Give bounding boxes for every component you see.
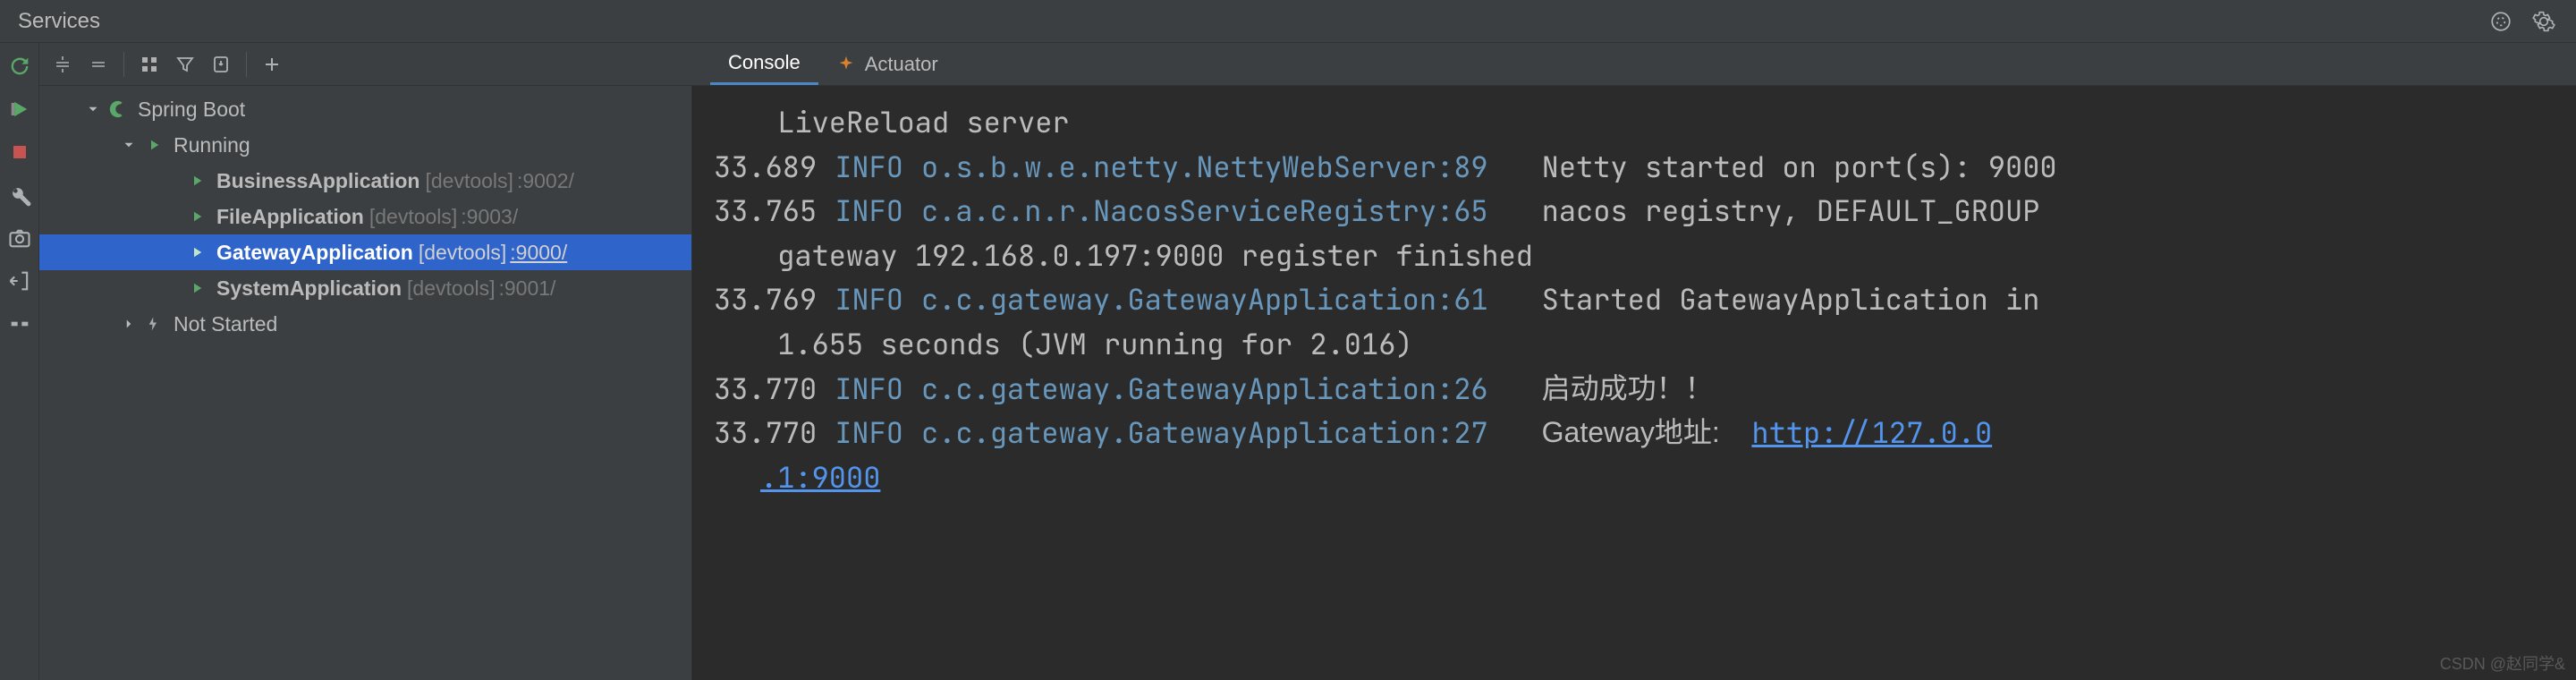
lightning-icon [143,313,165,335]
tree-running-group[interactable]: Running [39,127,691,163]
log-line: LiveReload server [714,100,2555,145]
play-icon [186,242,208,263]
panel-title: Services [18,9,100,34]
action-gutter [0,43,39,680]
collapse-all-icon[interactable] [82,48,114,81]
exit-icon[interactable] [5,267,34,295]
log-line: 33.769INFOc.c.gateway.GatewayApplication… [714,277,2555,322]
app-name: GatewayApplication [216,241,413,265]
tab-console[interactable]: Console [710,43,818,85]
app-port: :9003/ [461,205,518,229]
app-name: FileApplication [216,205,364,229]
app-port: :9000/ [510,241,567,265]
app-meta: [devtools] [369,205,457,229]
log-line: 1.655 seconds (JVM running for 2.016) [714,322,2555,367]
app-meta: [devtools] [407,276,495,301]
title-bar: Services [0,0,2576,43]
run-icon[interactable] [5,95,34,123]
tree-app-system[interactable]: SystemApplication [devtools] :9001/ [39,270,691,306]
add-icon[interactable] [256,48,288,81]
console-output[interactable]: LiveReload server 33.689INFOo.s.b.w.e.ne… [692,86,2576,680]
help-icon[interactable] [2487,7,2515,36]
camera-icon[interactable] [5,224,34,252]
tree-label: Not Started [174,312,277,336]
app-name: BusinessApplication [216,169,419,193]
chevron-right-icon[interactable] [118,313,140,335]
app-port: :9002/ [517,169,574,193]
layout-icon[interactable] [5,310,34,338]
play-icon [143,134,165,156]
watermark: CSDN @赵同学& [2440,651,2565,675]
play-icon [186,206,208,227]
detail-tabs: Console Actuator [692,43,956,85]
tree-app-business[interactable]: BusinessApplication [devtools] :9002/ [39,163,691,199]
scroll-to-icon[interactable] [205,48,237,81]
chevron-down-icon[interactable] [118,134,140,156]
tree-notstarted-group[interactable]: Not Started [39,306,691,342]
tree-root-springboot[interactable]: Spring Boot [39,91,691,127]
stop-icon[interactable] [5,138,34,166]
app-name: SystemApplication [216,276,402,301]
settings-icon[interactable] [2529,7,2558,36]
group-icon[interactable] [133,48,165,81]
actuator-icon [836,55,856,74]
log-line: 33.770INFOc.c.gateway.GatewayApplication… [714,367,2555,412]
springboot-icon [107,98,129,120]
expand-all-icon[interactable] [47,48,79,81]
tree-app-file[interactable]: FileApplication [devtools] :9003/ [39,199,691,234]
tree-label: Spring Boot [138,98,245,122]
tree-app-gateway[interactable]: GatewayApplication [devtools] :9000/ [39,234,691,270]
services-tree: Spring Boot Running [39,86,692,680]
wrench-icon[interactable] [5,181,34,209]
gateway-url-link[interactable]: http://127.0.0 [1751,411,1992,455]
log-line: 33.765INFOc.a.c.n.r.NacosServiceRegistry… [714,189,2555,234]
log-line: 33.689INFOo.s.b.w.e.netty.NettyWebServer… [714,145,2555,190]
app-meta: [devtools] [419,241,506,265]
tab-label: Actuator [865,53,938,76]
log-line: 33.770INFOc.c.gateway.GatewayApplication… [714,411,2555,455]
play-icon [186,277,208,299]
play-icon [186,170,208,191]
filter-icon[interactable] [169,48,201,81]
app-meta: [devtools] [425,169,513,193]
gateway-url-link[interactable]: .1:9000 [760,455,880,500]
tree-toolbar [39,48,692,81]
log-line: gateway 192.168.0.197:9000 register fini… [714,234,2555,278]
chevron-down-icon[interactable] [82,98,104,120]
tab-actuator[interactable]: Actuator [818,43,956,85]
app-port: :9001/ [499,276,556,301]
tree-label: Running [174,133,250,157]
rerun-icon[interactable] [5,52,34,81]
log-line: .1:9000 [714,455,2555,500]
tab-label: Console [728,51,801,74]
